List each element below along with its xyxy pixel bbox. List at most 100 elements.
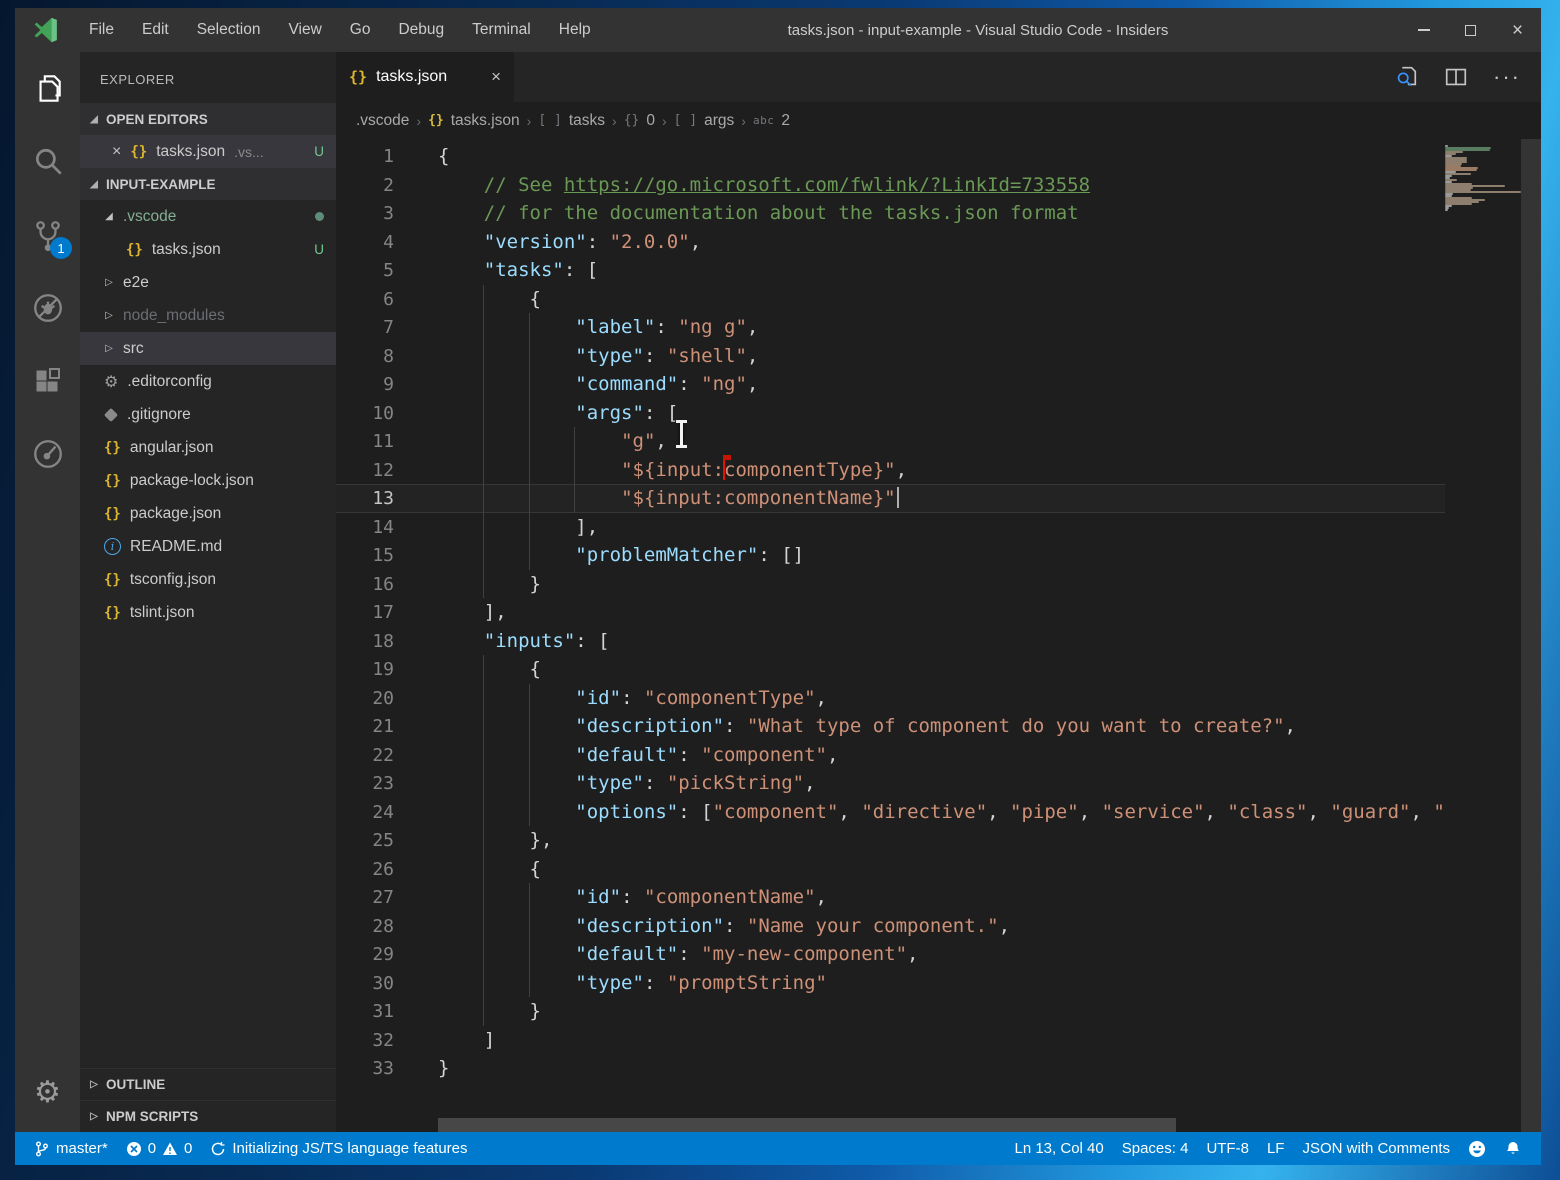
code-line-28[interactable]: 28 "description": "Name your component."… [336,912,1445,941]
breadcrumb-item[interactable]: 2 [781,112,790,130]
code-line-31[interactable]: 31 } [336,997,1445,1026]
folder-section-header[interactable]: ◢ INPUT-EXAMPLE [80,168,336,200]
code-line-26[interactable]: 26 { [336,855,1445,884]
feedback-smiley-icon[interactable] [1459,1132,1495,1165]
tree-item-node-modules[interactable]: ▷node_modules [80,299,336,332]
more-actions-icon[interactable]: ··· [1493,64,1521,90]
code-token: , [655,430,666,452]
breadcrumb-symbol-icon: {} [624,113,640,128]
tree-item--vscode[interactable]: ◢.vscode [80,200,336,233]
explorer-icon[interactable] [15,52,80,125]
menu-help[interactable]: Help [545,8,605,52]
minimap[interactable] [1445,145,1521,1132]
menu-selection[interactable]: Selection [183,8,275,52]
code-line-29[interactable]: 29 "default": "my-new-component", [336,940,1445,969]
code-line-20[interactable]: 20 "id": "componentType", [336,684,1445,713]
tree-item-e2e[interactable]: ▷e2e [80,266,336,299]
code-line-30[interactable]: 30 "type": "promptString" [336,969,1445,998]
indent-guide [483,513,530,542]
code-line-8[interactable]: 8 "type": "shell", [336,342,1445,371]
code-line-25[interactable]: 25 }, [336,826,1445,855]
search-icon[interactable] [15,125,80,198]
tree-item--gitignore[interactable]: .gitignore [80,398,336,431]
menu-debug[interactable]: Debug [384,8,458,52]
tree-item-tasks-json[interactable]: {}tasks.jsonU [80,233,336,266]
code-line-16[interactable]: 16 } [336,570,1445,599]
code-line-5[interactable]: 5 "tasks": [ [336,256,1445,285]
settings-gear-icon[interactable]: ⚙ [15,1062,80,1122]
close-tab-icon[interactable]: × [491,67,501,87]
code-line-11[interactable]: 11 "g", [336,427,1445,456]
code-line-23[interactable]: 23 "type": "pickString", [336,769,1445,798]
tree-item-tslint-json[interactable]: {}tslint.json [80,596,336,629]
maximize-button[interactable] [1447,8,1494,52]
line-number: 16 [336,571,394,600]
close-window-button[interactable]: × [1494,8,1541,52]
tree-item-angular-json[interactable]: {}angular.json [80,431,336,464]
extensions-icon[interactable] [15,344,80,417]
menu-go[interactable]: Go [336,8,385,52]
breadcrumb-item[interactable]: tasks [569,112,605,130]
language-features-status[interactable]: Initializing JS/TS language features [201,1132,476,1165]
tab-tasks-json[interactable]: {} tasks.json × [336,52,514,102]
npm-scripts-header[interactable]: ▷ NPM SCRIPTS [80,1100,336,1132]
breadcrumb-item[interactable]: args [704,112,734,130]
code-line-9[interactable]: 9 "command": "ng", [336,370,1445,399]
tree-item-src[interactable]: ▷src [80,332,336,365]
menu-terminal[interactable]: Terminal [458,8,545,52]
close-editor-icon[interactable]: × [112,143,121,161]
menu-view[interactable]: View [274,8,335,52]
code-line-22[interactable]: 22 "default": "component", [336,741,1445,770]
code-line-12[interactable]: 12 "${input:componentType}", [336,456,1445,485]
problems-indicator[interactable]: 0 0 [117,1132,202,1165]
split-editor-icon[interactable] [1443,64,1469,90]
minimize-button[interactable] [1400,8,1447,52]
code-line-24[interactable]: 24 "options": ["component", "directive",… [336,798,1445,827]
code-line-2[interactable]: 2 // See https://go.microsoft.com/fwlink… [336,171,1445,200]
open-editors-header[interactable]: ◢ OPEN EDITORS [80,103,336,135]
code-line-27[interactable]: 27 "id": "componentName", [336,883,1445,912]
code-line-13[interactable]: 13 "${input:componentName}" [336,484,1445,513]
cursor-position[interactable]: Ln 13, Col 40 [1005,1132,1112,1165]
breadcrumb-item[interactable]: 0 [646,112,655,130]
tree-item-tsconfig-json[interactable]: {}tsconfig.json [80,563,336,596]
code-line-15[interactable]: 15 "problemMatcher": [] [336,541,1445,570]
code-line-21[interactable]: 21 "description": "What type of componen… [336,712,1445,741]
menu-edit[interactable]: Edit [128,8,183,52]
breadcrumb-item[interactable]: .vscode [356,112,409,130]
open-preview-icon[interactable] [1393,64,1419,90]
debug-icon[interactable] [15,271,80,344]
code-line-17[interactable]: 17 ], [336,598,1445,627]
breadcrumb-item[interactable]: tasks.json [451,112,520,130]
source-control-icon[interactable]: 1 [15,198,80,271]
code-line-4[interactable]: 4 "version": "2.0.0", [336,228,1445,257]
tree-item-label: angular.json [130,439,214,457]
encoding-setting[interactable]: UTF-8 [1197,1132,1258,1165]
tree-item--editorconfig[interactable]: ⚙.editorconfig [80,365,336,398]
git-branch-indicator[interactable]: master* [25,1132,117,1165]
code-line-7[interactable]: 7 "label": "ng g", [336,313,1445,342]
code-line-32[interactable]: 32 ] [336,1026,1445,1055]
outline-header[interactable]: ▷ OUTLINE [80,1068,336,1100]
code-line-6[interactable]: 6 { [336,285,1445,314]
gauge-icon[interactable] [15,417,80,490]
code-line-18[interactable]: 18 "inputs": [ [336,627,1445,656]
menu-file[interactable]: File [75,8,128,52]
code-line-3[interactable]: 3 // for the documentation about the tas… [336,199,1445,228]
open-editor-item[interactable]: ×{}tasks.json.vs...U [80,135,336,168]
notifications-bell-icon[interactable] [1495,1132,1531,1165]
tree-item-package-json[interactable]: {}package.json [80,497,336,530]
code-line-1[interactable]: 1{ [336,142,1445,171]
code-line-10[interactable]: 10 "args": [ [336,399,1445,428]
tree-item-README-md[interactable]: iREADME.md [80,530,336,563]
code-line-14[interactable]: 14 ], [336,513,1445,542]
code-line-33[interactable]: 33} [336,1054,1445,1083]
code-editor[interactable]: 1{2 // See https://go.microsoft.com/fwli… [336,139,1541,1132]
indentation-setting[interactable]: Spaces: 4 [1113,1132,1198,1165]
vertical-scrollbar[interactable] [1521,139,1541,1132]
eol-setting[interactable]: LF [1258,1132,1294,1165]
horizontal-scrollbar[interactable] [438,1118,1176,1132]
language-mode[interactable]: JSON with Comments [1293,1132,1459,1165]
code-line-19[interactable]: 19 { [336,655,1445,684]
tree-item-package-lock-json[interactable]: {}package-lock.json [80,464,336,497]
